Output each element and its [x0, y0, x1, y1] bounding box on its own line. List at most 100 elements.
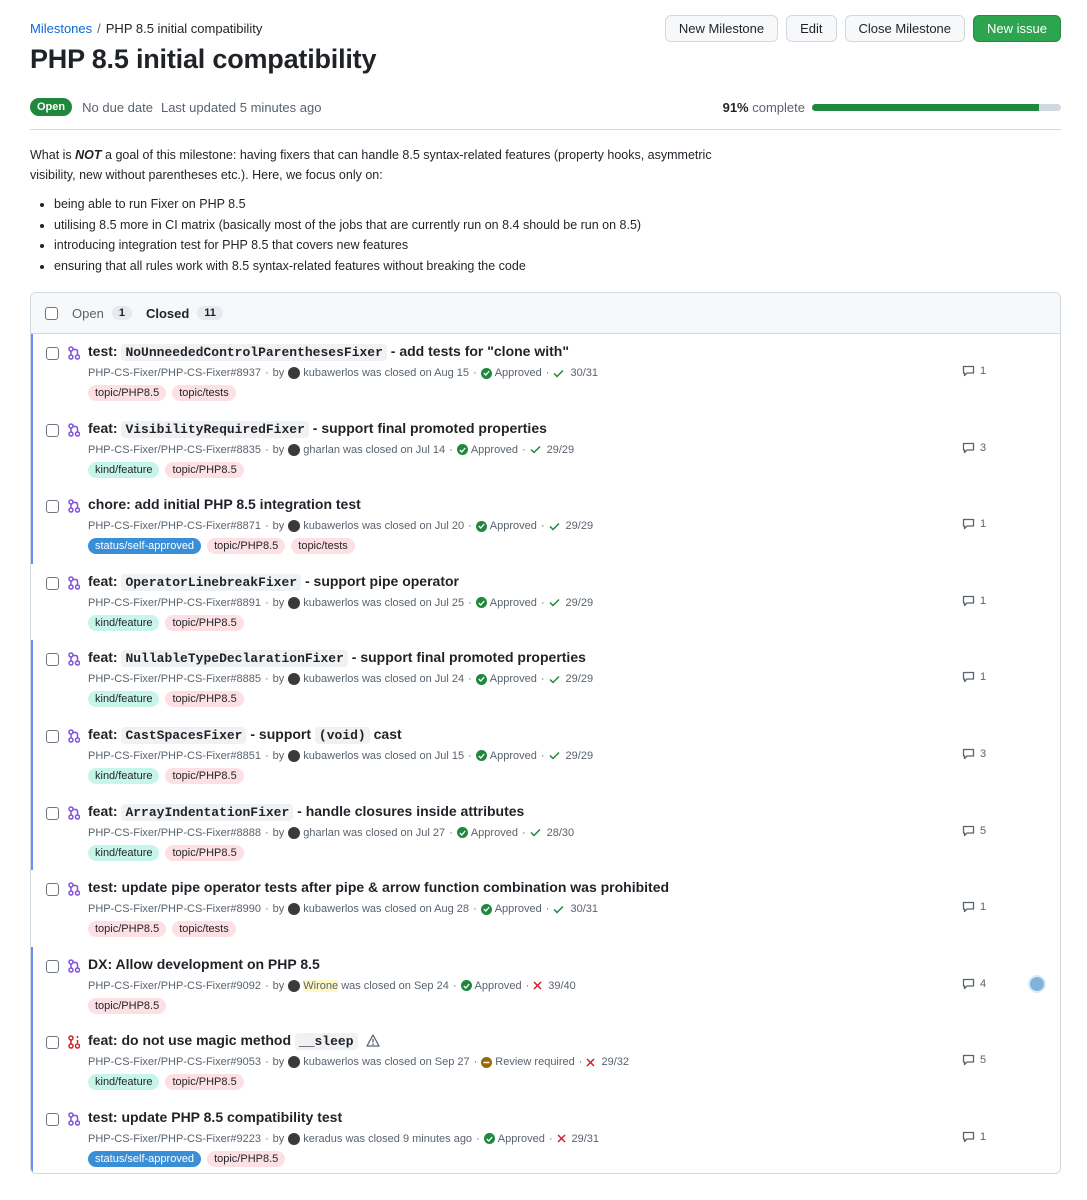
item-reference[interactable]: PHP-CS-Fixer/PHP-CS-Fixer#9223 — [88, 1133, 261, 1145]
list-item[interactable]: test: update pipe operator tests after p… — [31, 870, 1060, 947]
item-title-link[interactable]: feat: ArrayIndentationFixer - handle clo… — [88, 803, 524, 821]
comments-link[interactable]: 1 — [962, 365, 986, 377]
checks-count[interactable]: 28/30 — [547, 827, 575, 839]
item-reference[interactable]: PHP-CS-Fixer/PHP-CS-Fixer#8835 — [88, 444, 261, 456]
item-title-link[interactable]: feat: do not use magic method __sleep — [88, 1032, 380, 1051]
item-title-link[interactable]: feat: VisibilityRequiredFixer - support … — [88, 420, 547, 438]
comments-link[interactable]: 1 — [962, 671, 986, 683]
label-badge[interactable]: topic/PHP8.5 — [165, 844, 244, 861]
open-filter[interactable]: Open 1 — [72, 306, 132, 321]
label-badge[interactable]: kind/feature — [88, 767, 160, 784]
label-badge[interactable]: topic/PHP8.5 — [88, 997, 167, 1014]
list-item[interactable]: DX: Allow development on PHP 8.5 PHP-CS-F… — [31, 946, 1060, 1024]
list-item[interactable]: chore: add initial PHP 8.5 integration t… — [31, 487, 1060, 564]
edit-button[interactable]: Edit — [786, 15, 837, 42]
item-checkbox[interactable] — [46, 653, 59, 667]
item-title-link[interactable]: test: NoUnneededControlParenthesesFixer … — [88, 343, 569, 361]
list-item[interactable]: feat: do not use magic method __sleep PHP… — [31, 1023, 1060, 1100]
label-badge[interactable]: topic/PHP8.5 — [88, 385, 167, 401]
item-reference[interactable]: PHP-CS-Fixer/PHP-CS-Fixer#9053 — [88, 1056, 261, 1068]
label-badge[interactable]: topic/PHP8.5 — [88, 921, 167, 938]
item-checkbox[interactable] — [46, 959, 59, 973]
label-badge[interactable]: topic/PHP8.5 — [165, 461, 244, 478]
item-author[interactable]: kubawerlos — [303, 597, 359, 609]
comments-link[interactable]: 1 — [962, 1131, 986, 1143]
item-reference[interactable]: PHP-CS-Fixer/PHP-CS-Fixer#9092 — [88, 980, 261, 992]
item-checkbox[interactable] — [46, 806, 59, 820]
checks-count[interactable]: 30/31 — [570, 367, 598, 379]
label-badge[interactable]: kind/feature — [88, 461, 160, 478]
item-title-link[interactable]: DX: Allow development on PHP 8.5 — [88, 956, 320, 972]
item-author[interactable]: kubawerlos — [303, 673, 359, 685]
checks-count[interactable]: 29/29 — [566, 750, 594, 762]
item-author[interactable]: kubawerlos — [303, 367, 359, 379]
item-author[interactable]: gharlan — [303, 827, 340, 839]
comments-link[interactable]: 1 — [962, 595, 986, 607]
checks-count[interactable]: 29/29 — [566, 673, 594, 685]
label-badge[interactable]: topic/tests — [291, 538, 355, 555]
new-issue-button[interactable]: New issue — [973, 15, 1061, 42]
list-item[interactable]: feat: OperatorLinebreakFixer - support p… — [31, 564, 1060, 641]
list-item[interactable]: feat: VisibilityRequiredFixer - support … — [31, 410, 1060, 488]
item-title-link[interactable]: test: update pipe operator tests after p… — [88, 879, 669, 895]
item-checkbox[interactable] — [46, 576, 59, 590]
list-item[interactable]: feat: ArrayIndentationFixer - handle clo… — [31, 793, 1060, 871]
item-reference[interactable]: PHP-CS-Fixer/PHP-CS-Fixer#8871 — [88, 520, 261, 532]
label-badge[interactable]: status/self-approved — [88, 1150, 202, 1167]
item-author[interactable]: Wirone — [303, 979, 339, 992]
select-all-checkbox[interactable] — [45, 306, 58, 320]
item-title-link[interactable]: feat: OperatorLinebreakFixer - support p… — [88, 573, 459, 591]
checks-count[interactable]: 29/29 — [566, 520, 594, 532]
item-reference[interactable]: PHP-CS-Fixer/PHP-CS-Fixer#8851 — [88, 750, 261, 762]
breadcrumb-milestones-link[interactable]: Milestones — [30, 21, 92, 36]
item-checkbox[interactable] — [46, 423, 59, 437]
assignee-avatar[interactable] — [1028, 974, 1046, 993]
comments-link[interactable]: 5 — [962, 1054, 986, 1066]
item-author[interactable]: kubawerlos — [303, 750, 359, 762]
comments-link[interactable]: 3 — [962, 442, 986, 454]
checks-count[interactable]: 29/29 — [566, 597, 594, 609]
item-author[interactable]: kubawerlos — [303, 520, 359, 532]
item-author[interactable]: keradus — [303, 1133, 342, 1145]
label-badge[interactable]: topic/PHP8.5 — [165, 1074, 244, 1091]
item-title-link[interactable]: chore: add initial PHP 8.5 integration t… — [88, 496, 361, 512]
label-badge[interactable]: topic/PHP8.5 — [207, 1150, 286, 1167]
label-badge[interactable]: status/self-approved — [88, 538, 202, 555]
item-reference[interactable]: PHP-CS-Fixer/PHP-CS-Fixer#8888 — [88, 827, 261, 839]
item-reference[interactable]: PHP-CS-Fixer/PHP-CS-Fixer#8885 — [88, 673, 261, 685]
label-badge[interactable]: kind/feature — [88, 1074, 160, 1091]
item-author[interactable]: kubawerlos — [303, 1056, 359, 1068]
item-checkbox[interactable] — [46, 1112, 59, 1126]
label-badge[interactable]: kind/feature — [88, 614, 160, 631]
label-badge[interactable]: topic/tests — [172, 385, 236, 401]
item-reference[interactable]: PHP-CS-Fixer/PHP-CS-Fixer#8891 — [88, 597, 261, 609]
label-badge[interactable]: kind/feature — [88, 844, 160, 861]
item-title-link[interactable]: feat: NullableTypeDeclarationFixer - sup… — [88, 649, 586, 668]
checks-count[interactable]: 29/32 — [601, 1056, 629, 1068]
list-item[interactable]: feat: NullableTypeDeclarationFixer - sup… — [31, 640, 1060, 717]
comments-link[interactable]: 1 — [962, 901, 986, 913]
label-badge[interactable]: topic/PHP8.5 — [165, 767, 244, 784]
label-badge[interactable]: topic/tests — [172, 921, 236, 938]
comments-link[interactable]: 4 — [962, 978, 986, 990]
close-milestone-button[interactable]: Close Milestone — [844, 15, 966, 42]
checks-count[interactable]: 39/40 — [548, 980, 576, 992]
label-badge[interactable]: topic/PHP8.5 — [207, 538, 286, 555]
item-reference[interactable]: PHP-CS-Fixer/PHP-CS-Fixer#8990 — [88, 903, 261, 915]
comments-link[interactable]: 1 — [962, 518, 986, 530]
item-checkbox[interactable] — [46, 1036, 59, 1050]
label-badge[interactable]: topic/PHP8.5 — [165, 691, 244, 708]
list-item[interactable]: test: NoUnneededControlParenthesesFixer … — [31, 334, 1060, 411]
list-item[interactable]: test: update PHP 8.5 compatibility test P… — [31, 1099, 1060, 1173]
item-checkbox[interactable] — [46, 347, 59, 360]
item-author[interactable]: kubawerlos — [303, 903, 359, 915]
new-milestone-button[interactable]: New Milestone — [664, 15, 779, 42]
item-reference[interactable]: PHP-CS-Fixer/PHP-CS-Fixer#8937 — [88, 367, 261, 379]
checks-count[interactable]: 30/31 — [570, 903, 598, 915]
item-author[interactable]: gharlan — [303, 444, 340, 456]
item-checkbox[interactable] — [46, 729, 59, 743]
item-checkbox[interactable] — [46, 883, 59, 897]
checks-count[interactable]: 29/29 — [547, 444, 575, 456]
label-badge[interactable]: topic/PHP8.5 — [165, 614, 244, 631]
label-badge[interactable]: kind/feature — [88, 691, 160, 708]
